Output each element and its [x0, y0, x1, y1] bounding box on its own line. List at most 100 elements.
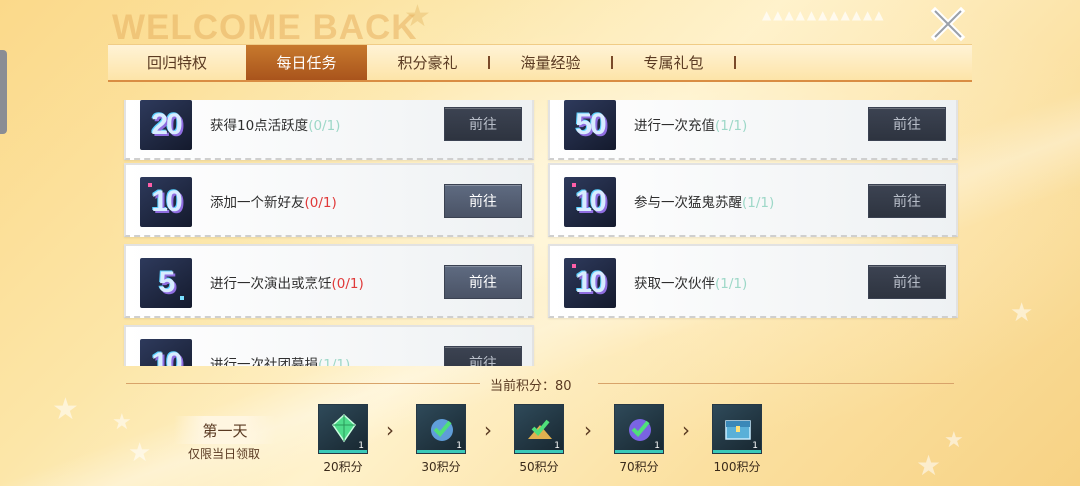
badge-points: 10 — [151, 185, 182, 218]
reward-label: 50积分 — [519, 460, 559, 474]
task-card: 10 参与一次猛鬼苏醒(1/1) 前往 — [548, 163, 958, 237]
day-subtitle: 仅限当日领取 — [188, 447, 261, 461]
side-drawer-handle[interactable] — [0, 50, 7, 134]
go-button[interactable]: 前往 — [868, 107, 946, 141]
task-description: 进行一次社团募捐(1/1) — [210, 353, 350, 366]
task-card: 10 添加一个新好友(0/1) 前往 — [124, 163, 534, 237]
task-progress: (0/1) — [304, 195, 337, 211]
task-description: 获取一次伙伴(1/1) — [634, 272, 747, 292]
star-decoration-icon: ★ — [916, 449, 942, 482]
green-crystal-icon — [332, 413, 356, 443]
reward-label: 20积分 — [323, 460, 363, 474]
task-progress: (1/1) — [318, 357, 351, 366]
tab-label: 回归特权 — [146, 54, 207, 72]
reward-item[interactable]: 1 — [712, 404, 762, 454]
badge-points: 5 — [158, 266, 176, 299]
go-button[interactable]: 前往 — [444, 107, 522, 141]
points-badge-icon: 10 — [564, 177, 616, 227]
task-text: 添加一个新好友 — [210, 195, 305, 211]
points-badge-icon: 20 — [140, 100, 192, 150]
star-decoration-icon: ★ — [1010, 298, 1034, 328]
chevron-right-icon: › — [484, 418, 492, 442]
points-badge-icon: 50 — [564, 100, 616, 150]
task-text: 获得10点活跃度 — [210, 118, 309, 134]
task-progress: (0/1) — [308, 118, 341, 134]
treasure-chest-icon — [725, 420, 751, 440]
reward-item[interactable]: 1 — [416, 404, 466, 454]
go-button[interactable]: 前往 — [444, 346, 522, 366]
star-decoration-icon: ★ — [128, 438, 152, 468]
score-divider-left — [126, 383, 480, 384]
tab-return-privilege[interactable]: 回归特权 — [108, 45, 246, 80]
go-button[interactable]: 前往 — [868, 265, 946, 299]
tab-mass-experience[interactable]: 海量经验 — [490, 45, 611, 80]
close-button[interactable] — [928, 4, 968, 44]
points-badge-icon: 10 — [140, 177, 192, 227]
tab-exclusive-pack[interactable]: 专属礼包 — [613, 45, 734, 80]
task-progress: (1/1) — [742, 195, 775, 211]
chevron-right-icon: › — [682, 418, 690, 442]
badge-points: 50 — [575, 108, 606, 141]
task-progress: (1/1) — [715, 276, 748, 292]
task-card: 10 获取一次伙伴(1/1) 前往 — [548, 244, 958, 318]
tab-daily-tasks[interactable]: 每日任务 — [246, 45, 367, 80]
star-decoration-icon: ★ — [52, 392, 79, 427]
blue-orb-check-icon — [431, 419, 453, 441]
task-card: 50 进行一次充值(1/1) 前往 — [548, 100, 958, 160]
task-description: 进行一次演出或烹饪(0/1) — [210, 272, 364, 292]
reward-item[interactable]: 1 — [318, 404, 368, 454]
points-badge-icon: 10 — [140, 339, 192, 366]
reward-label: 70积分 — [619, 460, 659, 474]
gold-pile-check-icon — [528, 419, 552, 439]
reward-item[interactable]: 1 — [614, 404, 664, 454]
chevron-right-icon: › — [386, 418, 394, 442]
badge-points: 10 — [575, 185, 606, 218]
close-x-icon — [930, 6, 966, 42]
score-divider-right — [598, 383, 954, 384]
tab-label: 每日任务 — [276, 54, 337, 72]
points-badge-icon: 10 — [564, 258, 616, 308]
task-text: 参与一次猛鬼苏醒 — [634, 195, 742, 211]
task-progress: (1/1) — [715, 118, 748, 134]
badge-points: 20 — [151, 108, 182, 141]
purple-orb-check-icon — [629, 419, 651, 441]
points-badge-icon: 5 — [140, 258, 192, 308]
reward-bar — [515, 450, 563, 453]
star-decoration-icon: ★ — [944, 428, 964, 453]
go-button[interactable]: 前往 — [444, 265, 522, 299]
task-list[interactable]: 20 获得10点活跃度(0/1) 前往 50 进行一次充值(1/1) 前往 10… — [120, 100, 962, 366]
reward-bar — [615, 450, 663, 453]
task-progress: (0/1) — [331, 276, 364, 292]
badge-points: 10 — [151, 347, 182, 366]
task-description: 添加一个新好友(0/1) — [210, 191, 337, 211]
reward-bar — [319, 450, 367, 453]
go-button[interactable]: 前往 — [868, 184, 946, 218]
reward-item[interactable]: 1 — [514, 404, 564, 454]
reward-bar — [417, 450, 465, 453]
reward-label: 100积分 — [713, 460, 761, 474]
go-button[interactable]: 前往 — [444, 184, 522, 218]
tab-bar: 回归特权 每日任务 积分豪礼 海量经验 专属礼包 — [108, 44, 972, 82]
task-card: 10 进行一次社团募捐(1/1) 前往 — [124, 325, 534, 366]
task-text: 进行一次社团募捐 — [210, 357, 318, 366]
tab-divider — [734, 56, 736, 69]
day-title: 第一天 — [174, 416, 276, 444]
task-card: 20 获得10点活跃度(0/1) 前往 — [124, 100, 534, 160]
task-text: 进行一次演出或烹饪 — [210, 276, 332, 292]
reward-label: 30积分 — [421, 460, 461, 474]
badge-points: 10 — [575, 266, 606, 299]
tab-label: 海量经验 — [520, 54, 581, 72]
tab-label: 专属礼包 — [643, 54, 704, 72]
tab-points-gifts[interactable]: 积分豪礼 — [367, 45, 488, 80]
task-description: 获得10点活跃度(0/1) — [210, 114, 340, 134]
task-text: 进行一次充值 — [634, 118, 715, 134]
star-decoration-icon: ★ — [112, 410, 132, 435]
reward-bar — [713, 450, 761, 453]
triangle-pattern-decoration: ▲▲▲▲▲▲▲▲▲▲▲ — [762, 8, 886, 22]
tab-label: 积分豪礼 — [397, 54, 458, 72]
chevron-right-icon: › — [584, 418, 592, 442]
page-title: WELCOME BACK — [112, 8, 418, 47]
task-text: 获取一次伙伴 — [634, 276, 715, 292]
task-description: 参与一次猛鬼苏醒(1/1) — [634, 191, 774, 211]
task-card: 5 进行一次演出或烹饪(0/1) 前往 — [124, 244, 534, 318]
